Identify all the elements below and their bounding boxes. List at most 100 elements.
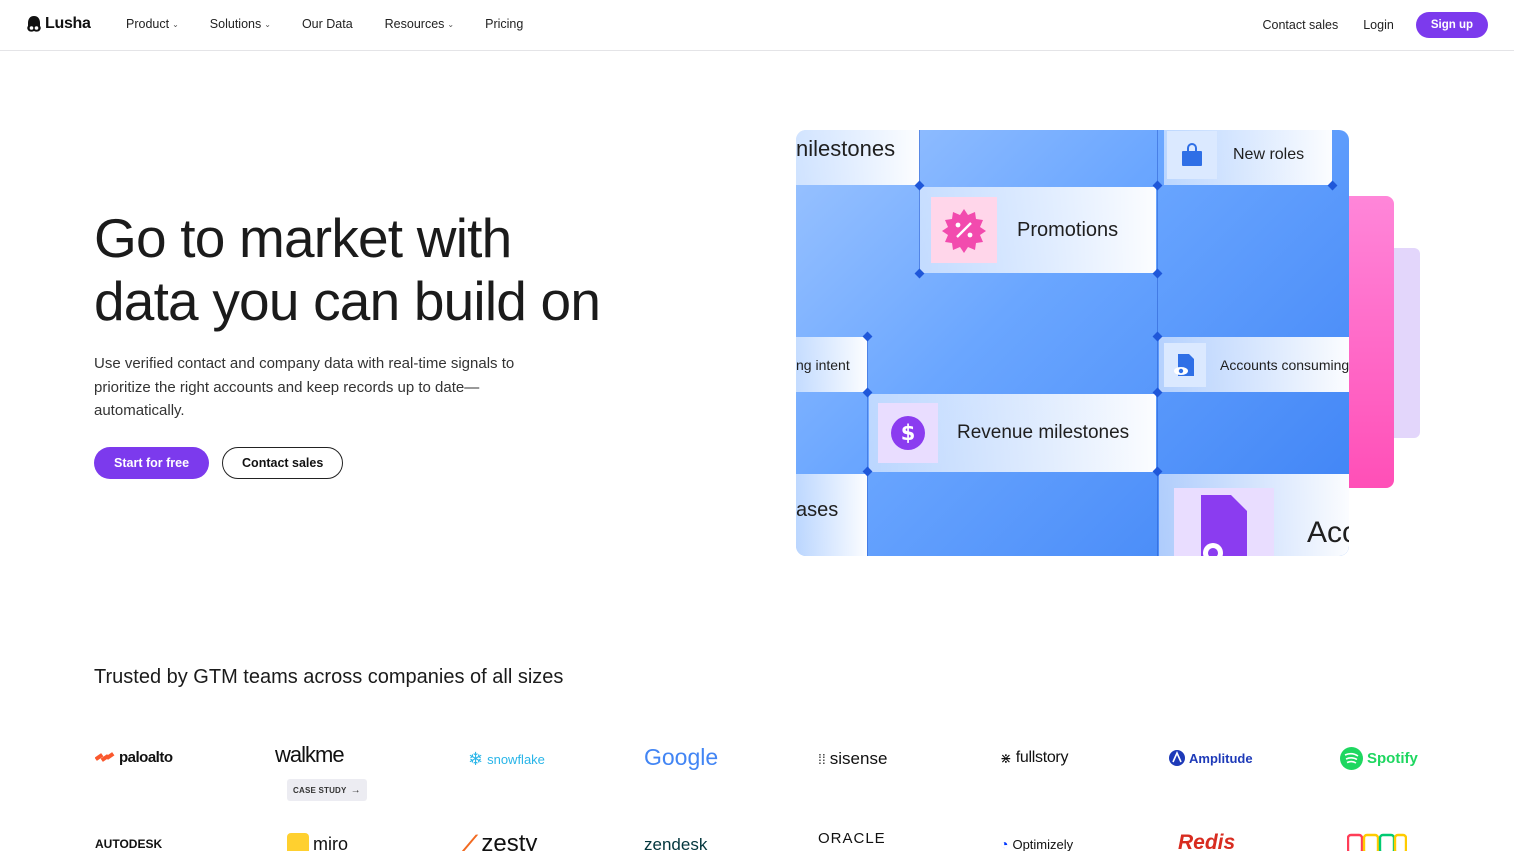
logo-redis: Redis	[1178, 831, 1235, 851]
nav-actions: Contact sales Login Sign up	[1263, 12, 1488, 38]
sisense-dots-icon: ⁞⁞	[818, 751, 826, 767]
hero-title-line1: Go to market with	[94, 207, 512, 269]
arrow-right-icon: →	[350, 784, 361, 796]
paloalto-mark-icon	[95, 751, 115, 762]
tile-promotions-label: Promotions	[1017, 218, 1119, 241]
case-study-label: CASE STUDY	[293, 785, 347, 795]
logo-optimizely-text: Optimizely	[1012, 836, 1074, 851]
start-for-free-button[interactable]: Start for free	[94, 447, 210, 479]
document-eye-icon	[1164, 342, 1206, 387]
logo-snowflake-text: snowflake	[487, 752, 545, 767]
logo-autodesk-text: AUTODESK	[95, 837, 163, 851]
logo-google-text: Google	[644, 744, 719, 770]
nav-our-data-label: Our Data	[301, 17, 353, 31]
promo-badge-icon	[931, 197, 997, 263]
logo-miro: miro	[287, 833, 348, 851]
tile-intent-label: ng intent	[796, 356, 850, 373]
svg-text:$: $	[901, 421, 916, 445]
logo-monday: monday	[1347, 832, 1407, 851]
tile-new-roles-label: New roles	[1233, 145, 1305, 163]
logo-zesty: ⟋ zesty	[462, 830, 537, 851]
contact-sales-button[interactable]: Contact sales	[222, 447, 344, 479]
hero-subtitle: Use verified contact and company data wi…	[94, 355, 515, 419]
miro-mark-icon	[287, 833, 309, 851]
nav-solutions[interactable]: Solutions ⌄	[210, 17, 271, 31]
logo-oracle-text: ORACLE	[818, 830, 886, 847]
nav-product[interactable]: Product ⌄	[126, 17, 179, 31]
purple-document-icon	[1174, 488, 1274, 556]
case-study-badge[interactable]: CASE STUDY →	[287, 779, 367, 801]
logo-autodesk: AUTODESK	[95, 837, 162, 851]
signals-visual: nilestones New roles Promotions ng inten…	[796, 130, 1349, 556]
logo-spotify-text: Spotify	[1367, 750, 1418, 767]
fullstory-mark-icon: ⋇	[1000, 749, 1012, 766]
main-menu: Product ⌄ Solutions ⌄ Our Data Resources…	[126, 17, 523, 31]
logo-google: Google	[644, 744, 718, 771]
chevron-down-icon: ⌄	[264, 19, 271, 29]
tile-ases: ases	[796, 474, 867, 556]
logo-oracle: ORACLE	[818, 830, 886, 847]
spotify-mark-icon	[1340, 747, 1363, 770]
hero-title: Go to market with data you can build on	[94, 207, 694, 333]
tile-acc-label: Acc	[1307, 516, 1349, 549]
nav-solutions-label: Solutions	[209, 17, 262, 31]
logo-text: Lusha	[45, 15, 91, 32]
tile-intent: ng intent	[796, 337, 867, 392]
logo-optimizely: ◔ Optimizely	[1000, 836, 1073, 851]
node-dot	[1152, 268, 1163, 279]
logo-fullstory: ⋇ fullstory	[1000, 749, 1068, 767]
monday-mark-icon	[1347, 833, 1407, 851]
logo-walkme: walkme	[275, 742, 345, 768]
tile-accounts-consuming-label: Accounts consuming	[1220, 356, 1349, 373]
zesty-mark-icon: ⟋	[462, 831, 478, 851]
chevron-down-icon: ⌄	[172, 19, 179, 29]
logo-sisense: ⁞⁞ sisense	[818, 749, 887, 769]
tile-milestones-label: nilestones	[796, 135, 896, 161]
tile-accounts-consuming: Accounts consuming	[1159, 337, 1349, 392]
logo-zendesk-text: zendesk	[644, 835, 708, 851]
top-nav: Lusha Product ⌄ Solutions ⌄ Our Data Res…	[0, 0, 1514, 51]
nav-product-label: Product	[126, 17, 170, 31]
nav-pricing-label: Pricing	[485, 17, 524, 31]
lusha-logo[interactable]: Lusha	[26, 15, 91, 33]
lusha-logo-icon	[27, 16, 41, 32]
nav-contact-sales-link[interactable]: Contact sales	[1263, 18, 1339, 32]
nav-resources-label: Resources	[384, 17, 445, 31]
logo-fullstory-text: fullstory	[1015, 749, 1069, 766]
logo-paloalto-text: paloalto	[119, 749, 173, 766]
hero-ctas: Start for free Contact sales	[94, 447, 344, 479]
chevron-down-icon: ⌄	[447, 19, 455, 29]
grid-line	[867, 335, 868, 556]
logo-amplitude: Amplitude	[1169, 750, 1253, 766]
hero-title-line2: data you can build on	[94, 270, 601, 332]
logo-redis-text: Redis	[1178, 831, 1236, 851]
logo-spotify: Spotify	[1340, 747, 1418, 770]
optimizely-mark-icon: ◔	[1000, 836, 1009, 851]
nav-our-data[interactable]: Our Data	[302, 17, 353, 31]
logo-amplitude-text: Amplitude	[1189, 750, 1253, 766]
logo-paloalto: paloalto	[95, 749, 173, 766]
decorative-lavender-card	[1390, 248, 1420, 438]
bag-icon	[1167, 130, 1217, 179]
nav-pricing[interactable]: Pricing	[485, 17, 523, 31]
tile-acc: Acc	[1159, 474, 1349, 556]
tile-new-roles: New roles	[1164, 130, 1332, 185]
logo-snowflake: ❄ snowflake	[468, 749, 545, 770]
amplitude-mark-icon	[1169, 750, 1185, 766]
tile-ases-label: ases	[796, 498, 839, 521]
nav-resources[interactable]: Resources ⌄	[385, 17, 454, 31]
trusted-heading: Trusted by GTM teams across companies of…	[94, 666, 564, 688]
logo-sisense-text: sisense	[829, 749, 888, 768]
grid-line	[1157, 130, 1158, 556]
tile-milestones: nilestones	[796, 130, 919, 185]
snowflake-icon: ❄	[468, 749, 484, 769]
tile-promotions: Promotions	[920, 187, 1156, 273]
tile-revenue-milestones: $ Revenue milestones	[869, 394, 1156, 472]
nav-login-link[interactable]: Login	[1363, 18, 1394, 32]
logo-zendesk: zendesk	[644, 835, 707, 851]
tile-revenue-milestones-label: Revenue milestones	[957, 422, 1130, 443]
logo-zesty-text: zesty	[481, 830, 538, 851]
decorative-pink-card	[1344, 196, 1394, 488]
signup-button[interactable]: Sign up	[1415, 12, 1488, 38]
logo-walkme-text: walkme	[275, 742, 345, 767]
